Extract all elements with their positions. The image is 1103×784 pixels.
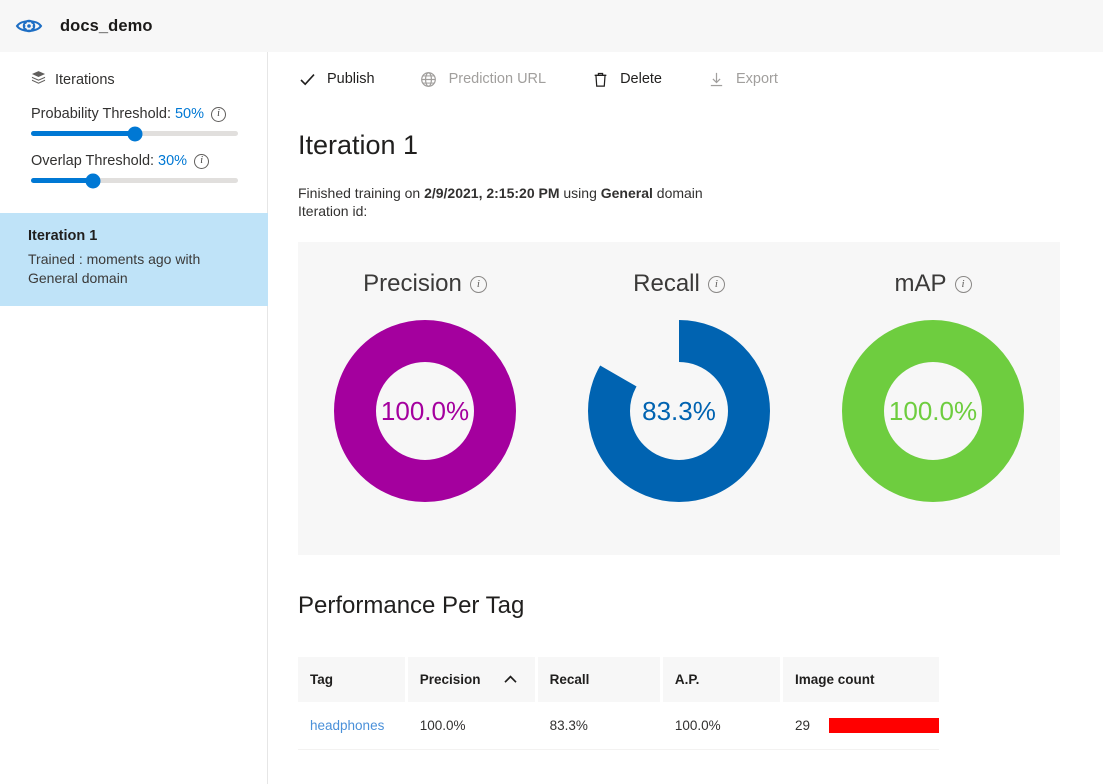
meta-domain: General xyxy=(600,185,653,201)
delete-label: Delete xyxy=(620,71,662,87)
project-title: docs_demo xyxy=(60,16,153,35)
app-header: docs_demo xyxy=(0,0,1103,52)
info-icon[interactable]: i xyxy=(211,106,227,122)
sidebar-section-label: Iterations xyxy=(55,71,115,88)
probability-threshold-slider[interactable] xyxy=(31,126,238,141)
column-label: A.P. xyxy=(674,672,700,687)
map-value: 100.0% xyxy=(888,395,978,426)
map-donut-chart: 100.0% xyxy=(842,320,1024,502)
training-meta: Finished training on 2/9/2021, 2:15:20 P… xyxy=(298,183,1103,203)
iteration-list: Iteration 1 Trained : moments ago with G… xyxy=(0,213,268,306)
recall-value: 83.3% xyxy=(642,395,716,426)
export-label: Export xyxy=(736,71,778,87)
column-header-image-count[interactable]: Image count xyxy=(782,657,939,702)
table-row[interactable]: headphones 100.0% 83.3% 100.0% 29 xyxy=(298,702,939,750)
info-icon[interactable]: i xyxy=(954,275,972,293)
recall-donut-chart: 83.3% xyxy=(588,320,770,502)
cell-image-count: 29 xyxy=(782,702,939,750)
meta-middle: using xyxy=(559,185,601,201)
slider-fill xyxy=(31,178,94,183)
checkmark-icon xyxy=(298,70,316,88)
column-label: Precision xyxy=(419,672,481,687)
sidebar: Iterations Probability Threshold: 50% i … xyxy=(0,52,268,784)
tag-link[interactable]: headphones xyxy=(310,718,384,733)
slider-thumb[interactable] xyxy=(85,173,101,188)
globe-icon xyxy=(420,70,438,88)
slider-thumb[interactable] xyxy=(127,126,142,141)
cell-tag: headphones xyxy=(298,702,408,750)
metric-map: mAP i 100.0% xyxy=(806,242,1060,555)
performance-per-tag-title: Performance Per Tag xyxy=(298,592,525,619)
main-content: Publish Prediction URL Delete Export Ite… xyxy=(269,52,1103,784)
metric-map-title: mAP i xyxy=(894,270,972,298)
table-header-row: Tag Precision Recall A.P. Image count xyxy=(298,657,939,702)
sidebar-item-iteration-1[interactable]: Iteration 1 Trained : moments ago with G… xyxy=(0,213,268,306)
prediction-url-label: Prediction URL xyxy=(448,71,547,87)
metric-precision-title: Precision i xyxy=(363,270,487,298)
metric-recall-title: Recall i xyxy=(633,270,725,298)
eye-gear-icon xyxy=(14,11,44,41)
iteration-id-label: Iteration id: xyxy=(298,203,368,219)
info-icon[interactable]: i xyxy=(707,275,725,293)
info-icon[interactable]: i xyxy=(469,275,487,293)
precision-value: 100.0% xyxy=(380,395,470,426)
overlap-threshold-label-text: Overlap Threshold: xyxy=(31,153,155,169)
performance-per-tag-table: Tag Precision Recall A.P. Image count he… xyxy=(298,657,939,750)
column-header-precision[interactable]: Precision xyxy=(407,657,538,702)
image-count-value: 29 xyxy=(794,718,811,733)
iteration-subtitle: Trained : moments ago with General domai… xyxy=(28,251,201,286)
probability-threshold-slider-block: Probability Threshold: 50% i xyxy=(31,106,238,141)
metric-precision-label: Precision xyxy=(363,270,462,297)
metric-recall: Recall i 83.3% xyxy=(552,242,806,555)
overlap-threshold-slider-block: Overlap Threshold: 30% i xyxy=(31,153,238,188)
column-label: Recall xyxy=(549,672,590,687)
image-count-bar xyxy=(828,718,939,733)
export-button[interactable]: Export xyxy=(707,70,778,88)
metric-recall-label: Recall xyxy=(633,270,700,297)
meta-datetime: 2/9/2021, 2:15:20 PM xyxy=(424,185,560,201)
overlap-threshold-slider[interactable] xyxy=(31,173,238,188)
metric-precision: Precision i 100.0% xyxy=(298,242,552,555)
cell-ap: 100.0% xyxy=(662,702,783,750)
column-label: Tag xyxy=(310,672,333,687)
delete-button[interactable]: Delete xyxy=(591,70,662,88)
chevron-up-icon xyxy=(503,672,517,687)
meta-prefix: Finished training on xyxy=(298,185,425,201)
trash-icon xyxy=(591,70,609,88)
slider-fill xyxy=(31,131,135,136)
page-title: Iteration 1 xyxy=(298,130,419,160)
metrics-panel: Precision i 100.0% Recall i 83.3% mAP i … xyxy=(298,242,1060,555)
column-header-recall[interactable]: Recall xyxy=(537,657,663,702)
iteration-name: Iteration 1 xyxy=(28,228,98,244)
probability-threshold-label: Probability Threshold: 50% i xyxy=(31,106,238,122)
prediction-url-button[interactable]: Prediction URL xyxy=(420,70,547,88)
layers-stack-icon xyxy=(31,70,46,89)
command-toolbar: Publish Prediction URL Delete Export xyxy=(269,52,1103,106)
column-label: Image count xyxy=(794,672,875,687)
overlap-threshold-value: 30% xyxy=(158,153,188,169)
cell-recall: 83.3% xyxy=(537,702,663,750)
cell-precision: 100.0% xyxy=(407,702,538,750)
overlap-threshold-label: Overlap Threshold: 30% i xyxy=(31,153,238,169)
publish-label: Publish xyxy=(327,71,375,87)
metric-map-label: mAP xyxy=(894,270,947,297)
column-header-ap[interactable]: A.P. xyxy=(662,657,783,702)
precision-donut-chart: 100.0% xyxy=(334,320,516,502)
download-icon xyxy=(707,70,725,88)
meta-suffix: domain xyxy=(652,185,703,201)
column-header-tag[interactable]: Tag xyxy=(298,657,408,702)
info-icon[interactable]: i xyxy=(194,153,210,169)
publish-button[interactable]: Publish xyxy=(298,70,375,88)
probability-threshold-label-text: Probability Threshold: xyxy=(31,106,171,122)
sidebar-section-iterations: Iterations xyxy=(31,70,267,89)
probability-threshold-value: 50% xyxy=(174,106,205,122)
